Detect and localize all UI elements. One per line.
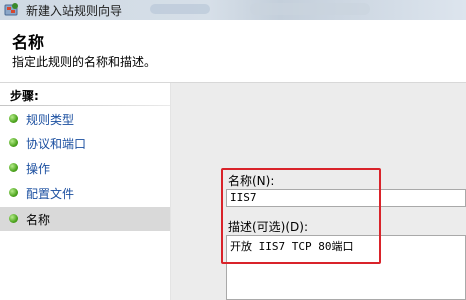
step-bullet-icon [9,163,18,172]
page-subtitle: 指定此规则的名称和描述。 [12,55,157,69]
firewall-app-icon [4,3,18,16]
step-label: 规则类型 [26,113,75,127]
titlebar-background-blur [150,4,210,14]
wizard-header: 名称 指定此规则的名称和描述。 [0,20,466,83]
step-protocol-ports[interactable]: 协议和端口 [0,131,170,155]
step-label: 配置文件 [26,187,75,201]
steps-divider [0,105,170,106]
step-action[interactable]: 操作 [0,156,170,180]
steps-panel: 步骤: 规则类型 协议和端口 操作 配置文件 名称 [0,83,171,300]
step-profile[interactable]: 配置文件 [0,181,170,205]
step-rule-type[interactable]: 规则类型 [0,107,170,131]
page-title: 名称 [12,33,45,52]
window-title: 新建入站规则向导 [26,4,123,18]
highlight-annotation-box [221,168,381,264]
step-bullet-icon [9,188,18,197]
step-bullet-icon [9,114,18,123]
step-bullet-icon [9,214,18,223]
window-titlebar[interactable]: 新建入站规则向导 [0,0,466,20]
steps-header: 步骤: [10,89,39,103]
titlebar-background-blur [250,3,370,15]
step-name[interactable]: 名称 [0,207,170,231]
step-label: 协议和端口 [26,137,87,151]
step-label: 名称 [26,213,51,227]
step-bullet-icon [9,138,18,147]
step-label: 操作 [26,162,51,176]
